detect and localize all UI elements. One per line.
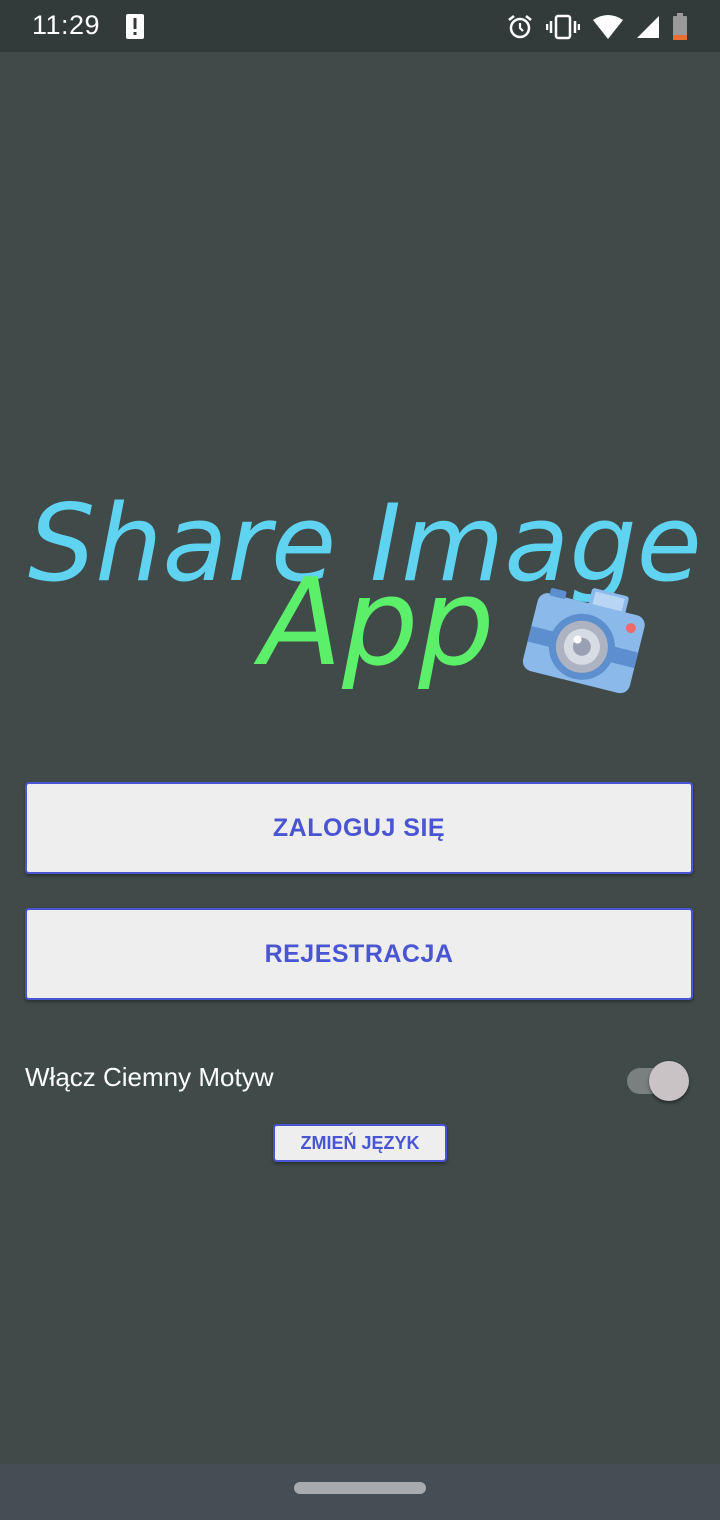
alarm-icon bbox=[506, 13, 534, 41]
status-icons bbox=[506, 12, 688, 42]
signal-icon bbox=[636, 14, 660, 40]
register-button[interactable]: REJESTRACJA bbox=[25, 908, 693, 1000]
main-screen: Share Image App ZALOGUJ SIĘ REJESTRACJA … bbox=[0, 52, 720, 1464]
login-button[interactable]: ZALOGUJ SIĘ bbox=[25, 782, 693, 874]
change-language-button[interactable]: ZMIEŃ JĘZYK bbox=[273, 1124, 447, 1162]
navigation-bar bbox=[0, 1464, 720, 1520]
toggle-thumb bbox=[649, 1061, 689, 1101]
vibrate-icon bbox=[546, 13, 580, 41]
alert-icon bbox=[125, 13, 145, 40]
logo-line2: App bbox=[253, 554, 494, 693]
battery-low-icon bbox=[672, 13, 688, 41]
dark-theme-toggle[interactable] bbox=[625, 1058, 689, 1101]
status-bar: 11:29 bbox=[0, 0, 720, 52]
home-gesture-handle[interactable] bbox=[294, 1482, 426, 1494]
status-time: 11:29 bbox=[32, 10, 101, 40]
dark-theme-label: Włącz Ciemny Motyw bbox=[25, 1062, 274, 1092]
wifi-icon bbox=[592, 14, 624, 40]
app-logo: Share Image App bbox=[24, 432, 704, 712]
dark-theme-row: Włącz Ciemny Motyw bbox=[25, 1052, 693, 1102]
